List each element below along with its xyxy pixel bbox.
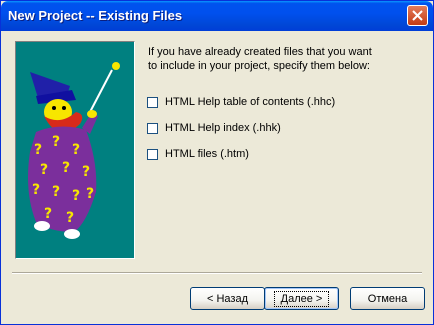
- svg-text:?: ?: [82, 164, 90, 180]
- close-icon: [412, 10, 423, 21]
- wizard-illustration: ? ? ? ? ? ? ? ? ? ? ? ?: [28, 62, 120, 239]
- wizard-illustration-panel: ? ? ? ? ? ? ? ? ? ? ? ?: [15, 41, 135, 259]
- option-toc[interactable]: HTML Help table of contents (.hhc): [147, 95, 335, 109]
- intro-line-2: to include in your project, specify them…: [148, 60, 370, 72]
- svg-text:?: ?: [86, 186, 94, 202]
- html-files-checkbox[interactable]: [147, 148, 158, 160]
- dialog-window: New Project -- Existing Files ? ? ? ? ? …: [0, 0, 434, 325]
- toc-label[interactable]: HTML Help table of contents (.hhc): [165, 96, 335, 108]
- svg-text:?: ?: [34, 142, 42, 158]
- back-button[interactable]: < Назад: [190, 287, 265, 310]
- close-button[interactable]: [407, 5, 428, 26]
- dialog-content: ? ? ? ? ? ? ? ? ? ? ? ? If you have alre…: [4, 31, 430, 321]
- next-button-label: Далее >: [273, 290, 330, 307]
- svg-text:?: ?: [66, 210, 74, 226]
- svg-text:?: ?: [32, 182, 40, 198]
- svg-text:?: ?: [44, 206, 52, 222]
- option-index[interactable]: HTML Help index (.hhk): [147, 121, 335, 135]
- title-bar[interactable]: New Project -- Existing Files: [1, 1, 433, 31]
- next-button[interactable]: Далее >: [264, 287, 339, 310]
- svg-text:?: ?: [72, 142, 80, 158]
- svg-text:?: ?: [52, 184, 60, 200]
- intro-line-1: If you have already created files that y…: [148, 46, 372, 58]
- file-options: HTML Help table of contents (.hhc) HTML …: [147, 95, 335, 173]
- option-html-files[interactable]: HTML files (.htm): [147, 147, 335, 161]
- svg-text:?: ?: [72, 188, 80, 204]
- button-divider: [12, 272, 422, 274]
- html-files-label[interactable]: HTML files (.htm): [165, 148, 249, 160]
- toc-checkbox[interactable]: [147, 96, 158, 108]
- index-checkbox[interactable]: [147, 122, 158, 134]
- svg-text:?: ?: [40, 162, 48, 178]
- svg-text:?: ?: [52, 134, 60, 150]
- back-button-label: < Назад: [207, 292, 248, 305]
- index-label[interactable]: HTML Help index (.hhk): [165, 122, 281, 134]
- cancel-button[interactable]: Отмена: [350, 287, 425, 310]
- intro-text: If you have already created files that y…: [148, 45, 388, 73]
- svg-text:?: ?: [62, 160, 70, 176]
- cancel-button-label: Отмена: [367, 292, 408, 305]
- window-title: New Project -- Existing Files: [8, 8, 183, 23]
